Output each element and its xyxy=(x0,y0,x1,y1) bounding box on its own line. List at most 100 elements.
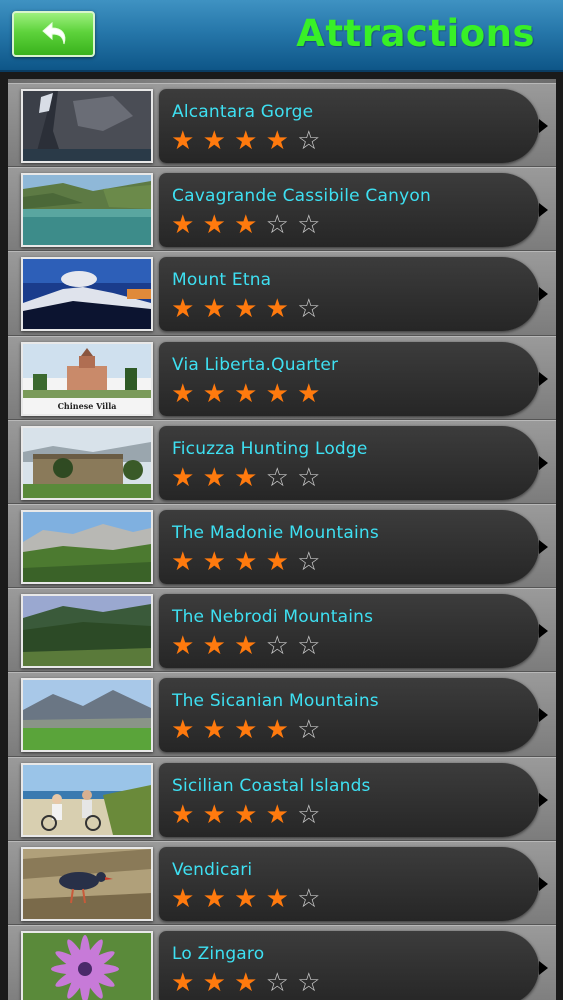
attraction-card[interactable]: Ficuzza Hunting Lodge ★ ★ ★ ☆ ☆ xyxy=(159,425,548,500)
rating-stars: ★ ★ ★ ★ ☆ xyxy=(167,885,325,913)
attraction-card[interactable]: The Nebrodi Mountains ★ ★ ★ ☆ ☆ xyxy=(159,594,548,669)
list-item[interactable]: The Sicanian Mountains ★ ★ ★ ★ ☆ xyxy=(8,672,556,757)
attraction-name: Via Liberta.Quarter xyxy=(172,354,339,375)
rating-stars: ★ ★ ★ ☆ ☆ xyxy=(167,464,325,492)
attraction-name: The Madonie Mountains xyxy=(172,522,379,543)
thumbnail-image xyxy=(21,678,153,753)
star-filled-icon: ★ xyxy=(202,378,226,409)
app-header: Attractions xyxy=(0,0,563,72)
star-filled-icon: ★ xyxy=(202,967,226,998)
star-empty-icon: ☆ xyxy=(297,967,321,998)
thumbnail-image xyxy=(21,846,153,921)
rating-stars: ★ ★ ★ ★ ☆ xyxy=(167,295,325,323)
list-item[interactable]: Lo Zingaro ★ ★ ★ ☆ ☆ xyxy=(8,924,556,1000)
rating-stars: ★ ★ ★ ☆ ☆ xyxy=(167,211,325,239)
chevron-right-icon xyxy=(539,287,548,302)
star-filled-icon: ★ xyxy=(202,883,226,914)
star-empty-icon: ☆ xyxy=(297,546,321,577)
attraction-card[interactable]: The Sicanian Mountains ★ ★ ★ ★ ☆ xyxy=(159,678,548,753)
star-filled-icon: ★ xyxy=(265,799,289,830)
attraction-name: Sicilian Coastal Islands xyxy=(172,775,371,796)
star-filled-icon: ★ xyxy=(234,126,258,156)
list-item[interactable]: Cavagrande Cassibile Canyon ★ ★ ★ ☆ ☆ xyxy=(8,167,556,252)
list-item[interactable]: Alcantara Gorge ★ ★ ★ ★ ☆ xyxy=(8,83,556,168)
thumbnail-image xyxy=(21,425,153,500)
star-filled-icon: ★ xyxy=(234,883,258,914)
thumbnail-image xyxy=(21,594,153,669)
star-filled-icon: ★ xyxy=(202,210,226,241)
star-filled-icon: ★ xyxy=(234,631,258,662)
attraction-name: Cavagrande Cassibile Canyon xyxy=(172,186,431,207)
star-filled-icon: ★ xyxy=(202,715,226,746)
star-filled-icon: ★ xyxy=(171,631,195,662)
star-filled-icon: ★ xyxy=(171,967,195,998)
chevron-right-icon xyxy=(539,792,548,807)
thumbnail-image xyxy=(21,930,153,1000)
page-title: Attractions xyxy=(296,12,535,55)
list-item[interactable]: Chinese Villa Via Liberta.Quarter ★ ★ ★ ★ ★ xyxy=(8,335,556,420)
rating-stars: ★ ★ ★ ★ ☆ xyxy=(167,716,325,744)
list-item[interactable]: The Nebrodi Mountains ★ ★ ★ ☆ ☆ xyxy=(8,588,556,673)
star-filled-icon: ★ xyxy=(234,546,258,577)
attraction-card[interactable]: Mount Etna ★ ★ ★ ★ ☆ xyxy=(159,257,548,332)
list-item[interactable]: Sicilian Coastal Islands ★ ★ ★ ★ ☆ xyxy=(8,756,556,841)
rating-stars: ★ ★ ★ ★ ☆ xyxy=(167,801,325,829)
star-filled-icon: ★ xyxy=(234,967,258,998)
thumbnail-image xyxy=(21,89,153,163)
star-filled-icon: ★ xyxy=(234,294,258,325)
thumbnail-image xyxy=(21,509,153,584)
star-empty-icon: ☆ xyxy=(297,126,321,156)
attractions-list[interactable]: Alcantara Gorge ★ ★ ★ ★ ☆ Cavagrande Cassibi… xyxy=(8,79,556,1000)
star-empty-icon: ☆ xyxy=(265,210,289,241)
list-item[interactable]: Mount Etna ★ ★ ★ ★ ☆ xyxy=(8,251,556,336)
attraction-name: Alcantara Gorge xyxy=(172,102,314,122)
back-button[interactable] xyxy=(12,11,95,57)
star-empty-icon: ☆ xyxy=(265,631,289,662)
star-filled-icon: ★ xyxy=(265,378,289,409)
thumbnail-image xyxy=(21,762,153,837)
star-filled-icon: ★ xyxy=(171,462,195,493)
star-filled-icon: ★ xyxy=(234,715,258,746)
list-item[interactable]: Vendicari ★ ★ ★ ★ ☆ xyxy=(8,840,556,925)
chevron-right-icon xyxy=(539,371,548,386)
rating-stars: ★ ★ ★ ★ ☆ xyxy=(167,127,325,155)
attraction-name: The Sicanian Mountains xyxy=(172,691,379,712)
star-filled-icon: ★ xyxy=(171,126,195,156)
chevron-right-icon xyxy=(539,876,548,891)
attraction-card[interactable]: Via Liberta.Quarter ★ ★ ★ ★ ★ xyxy=(159,341,548,416)
star-filled-icon: ★ xyxy=(171,378,195,409)
thumbnail-image: Chinese Villa xyxy=(21,341,153,416)
star-filled-icon: ★ xyxy=(171,883,195,914)
chevron-right-icon xyxy=(539,455,548,470)
star-filled-icon: ★ xyxy=(202,294,226,325)
list-item[interactable]: Ficuzza Hunting Lodge ★ ★ ★ ☆ ☆ xyxy=(8,419,556,504)
star-filled-icon: ★ xyxy=(234,210,258,241)
attraction-card[interactable]: Vendicari ★ ★ ★ ★ ☆ xyxy=(159,846,548,921)
rating-stars: ★ ★ ★ ☆ ☆ xyxy=(167,969,325,997)
star-empty-icon: ☆ xyxy=(297,631,321,662)
chevron-right-icon xyxy=(539,624,548,639)
star-empty-icon: ☆ xyxy=(297,799,321,830)
star-filled-icon: ★ xyxy=(202,799,226,830)
star-filled-icon: ★ xyxy=(265,294,289,325)
star-filled-icon: ★ xyxy=(202,631,226,662)
rating-stars: ★ ★ ★ ★ ★ xyxy=(167,380,325,408)
attraction-card[interactable]: Sicilian Coastal Islands ★ ★ ★ ★ ☆ xyxy=(159,762,548,837)
chevron-right-icon xyxy=(539,539,548,554)
attraction-card[interactable]: Alcantara Gorge ★ ★ ★ ★ ☆ xyxy=(159,89,548,163)
attraction-name: Lo Zingaro xyxy=(172,943,265,964)
star-filled-icon: ★ xyxy=(265,126,289,156)
star-empty-icon: ☆ xyxy=(297,462,321,493)
star-empty-icon: ☆ xyxy=(297,294,321,325)
thumbnail-image xyxy=(21,173,153,248)
attraction-card[interactable]: Cavagrande Cassibile Canyon ★ ★ ★ ☆ ☆ xyxy=(159,173,548,248)
star-filled-icon: ★ xyxy=(171,294,195,325)
attraction-card[interactable]: Lo Zingaro ★ ★ ★ ☆ ☆ xyxy=(159,930,548,1000)
star-empty-icon: ☆ xyxy=(297,210,321,241)
star-filled-icon: ★ xyxy=(234,799,258,830)
chevron-right-icon xyxy=(539,119,548,133)
attraction-card[interactable]: The Madonie Mountains ★ ★ ★ ★ ☆ xyxy=(159,509,548,584)
list-item[interactable]: The Madonie Mountains ★ ★ ★ ★ ☆ xyxy=(8,503,556,589)
star-filled-icon: ★ xyxy=(234,462,258,493)
star-filled-icon: ★ xyxy=(171,799,195,830)
